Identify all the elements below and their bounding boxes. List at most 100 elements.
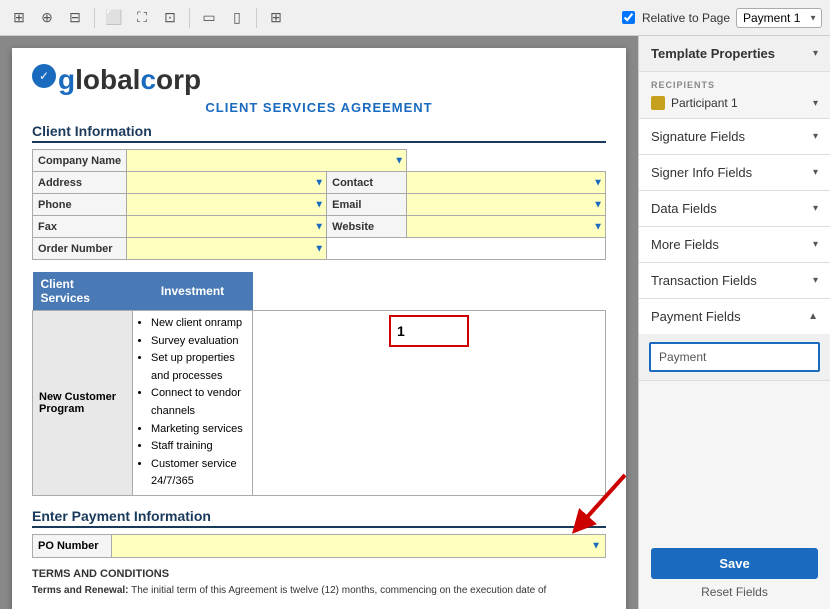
phone-input[interactable] (127, 194, 327, 216)
recipient-color-swatch (651, 96, 665, 110)
services-header-row: Client Services Investment (33, 272, 606, 311)
recipient-row[interactable]: Participant 1 ▾ (651, 96, 818, 110)
payment-heading: Enter Payment Information (32, 508, 606, 528)
terms-bold: Terms and Renewal: (32, 585, 129, 596)
list-item: Staff training (151, 438, 246, 456)
transaction-fields-chevron-icon[interactable]: ▾ (813, 275, 818, 286)
services-table: Client Services Investment New Customer … (32, 272, 606, 496)
relative-checkbox[interactable] (622, 11, 635, 24)
doc-title: CLIENT SERVICES AGREEMENT (32, 100, 606, 115)
toolbar-icon-3[interactable]: ⊟ (64, 7, 86, 29)
toolbar-icon-4[interactable]: ⬜ (103, 7, 125, 29)
more-fields-section: More Fields ▾ (639, 227, 830, 263)
order-number-input[interactable] (127, 238, 327, 260)
signature-fields-section: Signature Fields ▾ (639, 119, 830, 155)
list-item: Marketing services (151, 421, 246, 439)
signature-fields-header[interactable]: Signature Fields ▾ (639, 119, 830, 154)
services-list-cell: New client onramp Survey evaluation Set … (133, 311, 253, 496)
page-select[interactable]: Payment 1 (736, 8, 822, 28)
website-input[interactable] (407, 216, 606, 238)
panel-header[interactable]: Template Properties ▾ (639, 36, 830, 72)
logo-text: globalcorp (58, 64, 201, 96)
toolbar-icon-1[interactable]: ⊞ (8, 7, 30, 29)
data-fields-title: Data Fields (651, 201, 717, 216)
payment-fields-chevron-icon[interactable]: ▲ (808, 311, 818, 322)
toolbar-icon-8[interactable]: ▯ (226, 7, 248, 29)
relative-label: Relative to Page (642, 11, 730, 25)
services-list: New client onramp Survey evaluation Set … (139, 315, 246, 491)
payment-fields-header[interactable]: Payment Fields ▲ (639, 299, 830, 334)
company-name-input[interactable] (127, 150, 407, 172)
table-row: Address Contact (33, 172, 606, 194)
client-info-heading: Client Information (32, 123, 606, 143)
address-label: Address (33, 172, 127, 194)
contact-label: Contact (327, 172, 407, 194)
document-pane[interactable]: ✓ globalcorp CLIENT SERVICES AGREEMENT C… (0, 36, 638, 609)
reset-fields-link[interactable]: Reset Fields (651, 585, 818, 599)
phone-label: Phone (33, 194, 127, 216)
toolbar-icon-9[interactable]: ⊞ (265, 7, 287, 29)
signer-info-fields-section: Signer Info Fields ▾ (639, 155, 830, 191)
toolbar: ⊞ ⊕ ⊟ ⬜ ⛶ ⊡ ▭ ▯ ⊞ Relative to Page Payme… (0, 0, 830, 36)
save-button[interactable]: Save (651, 548, 818, 579)
data-fields-chevron-icon[interactable]: ▾ (813, 203, 818, 214)
table-row: Company Name (33, 150, 606, 172)
logo-area: ✓ globalcorp (32, 64, 606, 96)
relative-to-page-toggle[interactable]: Relative to Page (622, 11, 730, 25)
list-item: New client onramp (151, 315, 246, 333)
recipients-section: RECIPIENTS Participant 1 ▾ (639, 72, 830, 119)
recipient-name: Participant 1 (671, 96, 813, 110)
table-row: Phone Email (33, 194, 606, 216)
investment-field-cell: 1 (253, 311, 606, 496)
investment-field[interactable]: 1 (389, 315, 469, 347)
toolbar-icon-7[interactable]: ▭ (198, 7, 220, 29)
program-label: New Customer Program (33, 311, 133, 496)
signer-info-fields-title: Signer Info Fields (651, 165, 752, 180)
services-row: New Customer Program New client onramp S… (33, 311, 606, 496)
list-item: Customer service 24/7/365 (151, 456, 246, 491)
list-item: Set up properties and processes (151, 350, 246, 385)
transaction-fields-section: Transaction Fields ▾ (639, 263, 830, 299)
panel-title: Template Properties (651, 46, 775, 61)
email-label: Email (327, 194, 407, 216)
terms-title: TERMS AND CONDITIONS (32, 568, 606, 580)
doc-page: ✓ globalcorp CLIENT SERVICES AGREEMENT C… (12, 48, 626, 609)
fax-input[interactable] (127, 216, 327, 238)
table-row: Order Number (33, 238, 606, 260)
contact-input[interactable] (407, 172, 606, 194)
email-input[interactable] (407, 194, 606, 216)
panel-collapse-icon[interactable]: ▾ (813, 48, 818, 59)
transaction-fields-header[interactable]: Transaction Fields ▾ (639, 263, 830, 298)
more-fields-header[interactable]: More Fields ▾ (639, 227, 830, 262)
data-fields-header[interactable]: Data Fields ▾ (639, 191, 830, 226)
toolbar-icon-5[interactable]: ⛶ (131, 7, 153, 29)
po-number-input[interactable] (112, 534, 606, 558)
transaction-fields-title: Transaction Fields (651, 273, 757, 288)
signer-info-chevron-icon[interactable]: ▾ (813, 167, 818, 178)
signer-info-fields-header[interactable]: Signer Info Fields ▾ (639, 155, 830, 190)
more-fields-title: More Fields (651, 237, 719, 252)
toolbar-icon-6[interactable]: ⊡ (159, 7, 181, 29)
po-number-label: PO Number (32, 534, 112, 558)
panel-footer: Save Reset Fields (639, 538, 830, 609)
toolbar-icon-2[interactable]: ⊕ (36, 7, 58, 29)
more-fields-chevron-icon[interactable]: ▾ (813, 239, 818, 250)
list-item: Connect to vendor channels (151, 385, 246, 420)
data-fields-section: Data Fields ▾ (639, 191, 830, 227)
address-input[interactable] (127, 172, 327, 194)
page-select-wrapper[interactable]: Payment 1 (736, 8, 822, 28)
recipient-chevron-icon[interactable]: ▾ (813, 98, 818, 109)
investment-heading: Investment (133, 272, 253, 311)
separator-1 (94, 8, 95, 28)
terms-body: The initial term of this Agreement is tw… (131, 585, 546, 596)
payment-section: Enter Payment Information PO Number (32, 508, 606, 558)
separator-2 (189, 8, 190, 28)
client-info-table: Company Name Address Contact Phone Email (32, 149, 606, 260)
terms-text: Terms and Renewal: The initial term of t… (32, 584, 606, 598)
recipients-label: RECIPIENTS (651, 80, 818, 90)
investment-value: 1 (397, 323, 405, 339)
payment-field-item[interactable]: Payment (649, 342, 820, 372)
signature-chevron-icon[interactable]: ▾ (813, 131, 818, 142)
signature-fields-title: Signature Fields (651, 129, 745, 144)
payment-fields-section: Payment Fields ▲ Payment (639, 299, 830, 381)
